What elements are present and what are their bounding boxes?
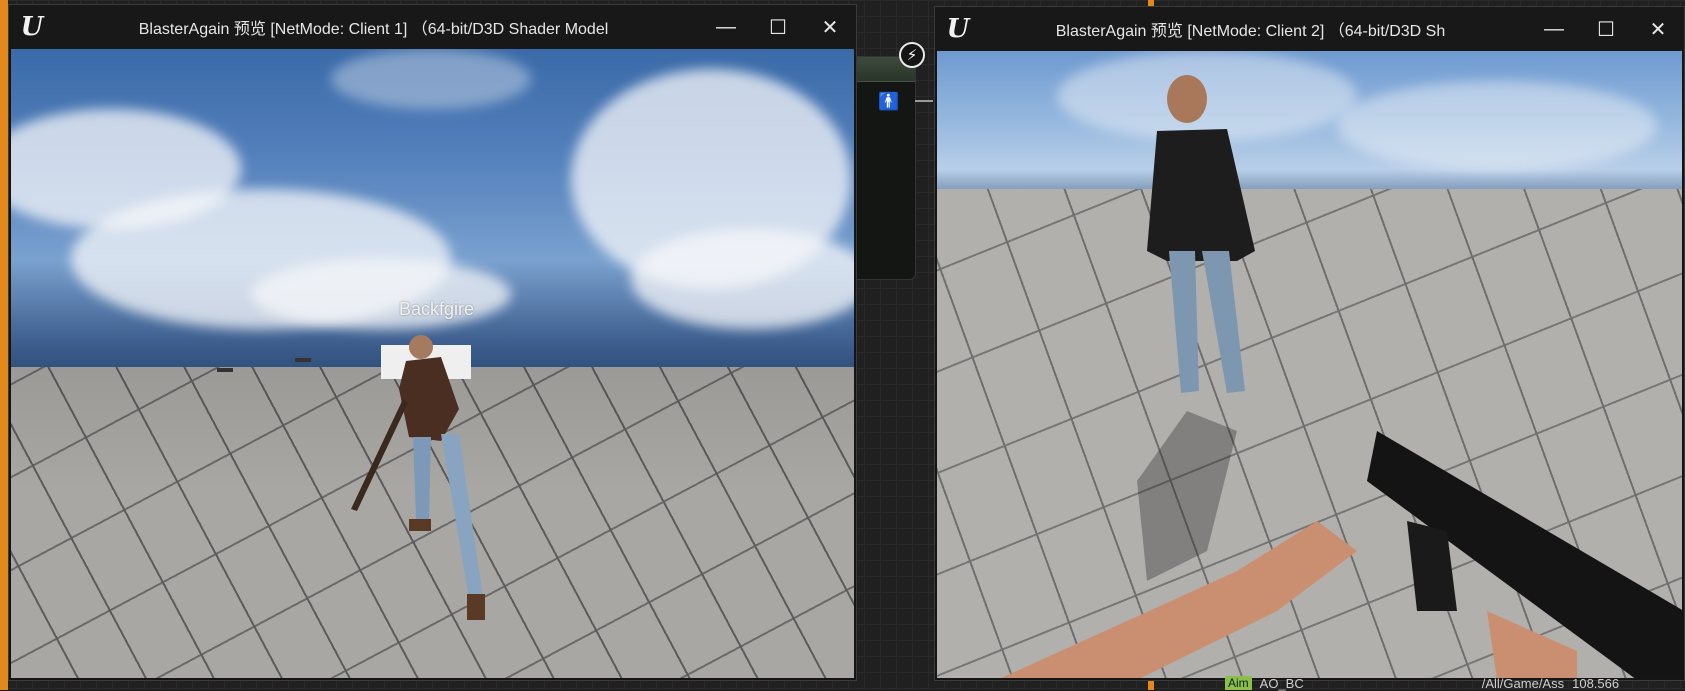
editor-bottom-accent bbox=[1148, 680, 1154, 690]
client1-viewport[interactable]: Backfgire bbox=[11, 49, 854, 678]
unreal-logo-icon: U bbox=[20, 12, 44, 42]
client1-titlebar[interactable]: U BlasterAgain 预览 [NetMode: Client 1] （6… bbox=[9, 5, 856, 49]
blueprint-node-panel[interactable] bbox=[852, 56, 916, 280]
scene-characters bbox=[1001, 75, 1682, 678]
first-person-arms-rifle bbox=[1001, 431, 1682, 678]
client1-window[interactable]: U BlasterAgain 预览 [NetMode: Client 1] （6… bbox=[8, 4, 857, 681]
maximize-button[interactable]: ☐ bbox=[752, 5, 804, 49]
editor-left-accent bbox=[0, 0, 8, 690]
aim-tag: Aim bbox=[1225, 676, 1252, 690]
character-with-rifle bbox=[351, 335, 485, 620]
client2-viewport[interactable] bbox=[937, 51, 1682, 678]
close-button[interactable]: ✕ bbox=[1632, 7, 1684, 51]
bolt-icon[interactable]: ⚡ bbox=[899, 42, 925, 68]
anim-node-label: AO_BC bbox=[1259, 675, 1304, 691]
scene-characters bbox=[217, 335, 485, 620]
client1-title: BlasterAgain 预览 [NetMode: Client 1] （64-… bbox=[138, 21, 609, 38]
asset-path: /All/Game/Ass bbox=[1481, 675, 1565, 691]
client2-title: BlasterAgain 预览 [NetMode: Client 2] （64-… bbox=[1055, 23, 1446, 40]
editor-status-strip: Aim AO_BC /All/Game/Ass 108.566 bbox=[1225, 675, 1685, 691]
asset-value: 108.566 bbox=[1572, 675, 1620, 691]
close-button[interactable]: ✕ bbox=[804, 5, 856, 49]
minimize-button[interactable]: — bbox=[700, 5, 752, 49]
minimize-button[interactable]: — bbox=[1528, 7, 1580, 51]
overhead-player-name: Backfgire bbox=[399, 299, 475, 319]
client2-titlebar[interactable]: U BlasterAgain 预览 [NetMode: Client 2] （6… bbox=[935, 7, 1684, 51]
person-icon: 🚹 bbox=[878, 92, 900, 111]
client2-window[interactable]: U BlasterAgain 预览 [NetMode: Client 2] （6… bbox=[934, 6, 1685, 681]
maximize-button[interactable]: ☐ bbox=[1580, 7, 1632, 51]
other-player-character bbox=[1137, 75, 1255, 581]
node-wire bbox=[915, 100, 933, 102]
unreal-logo-icon: U bbox=[946, 14, 970, 44]
